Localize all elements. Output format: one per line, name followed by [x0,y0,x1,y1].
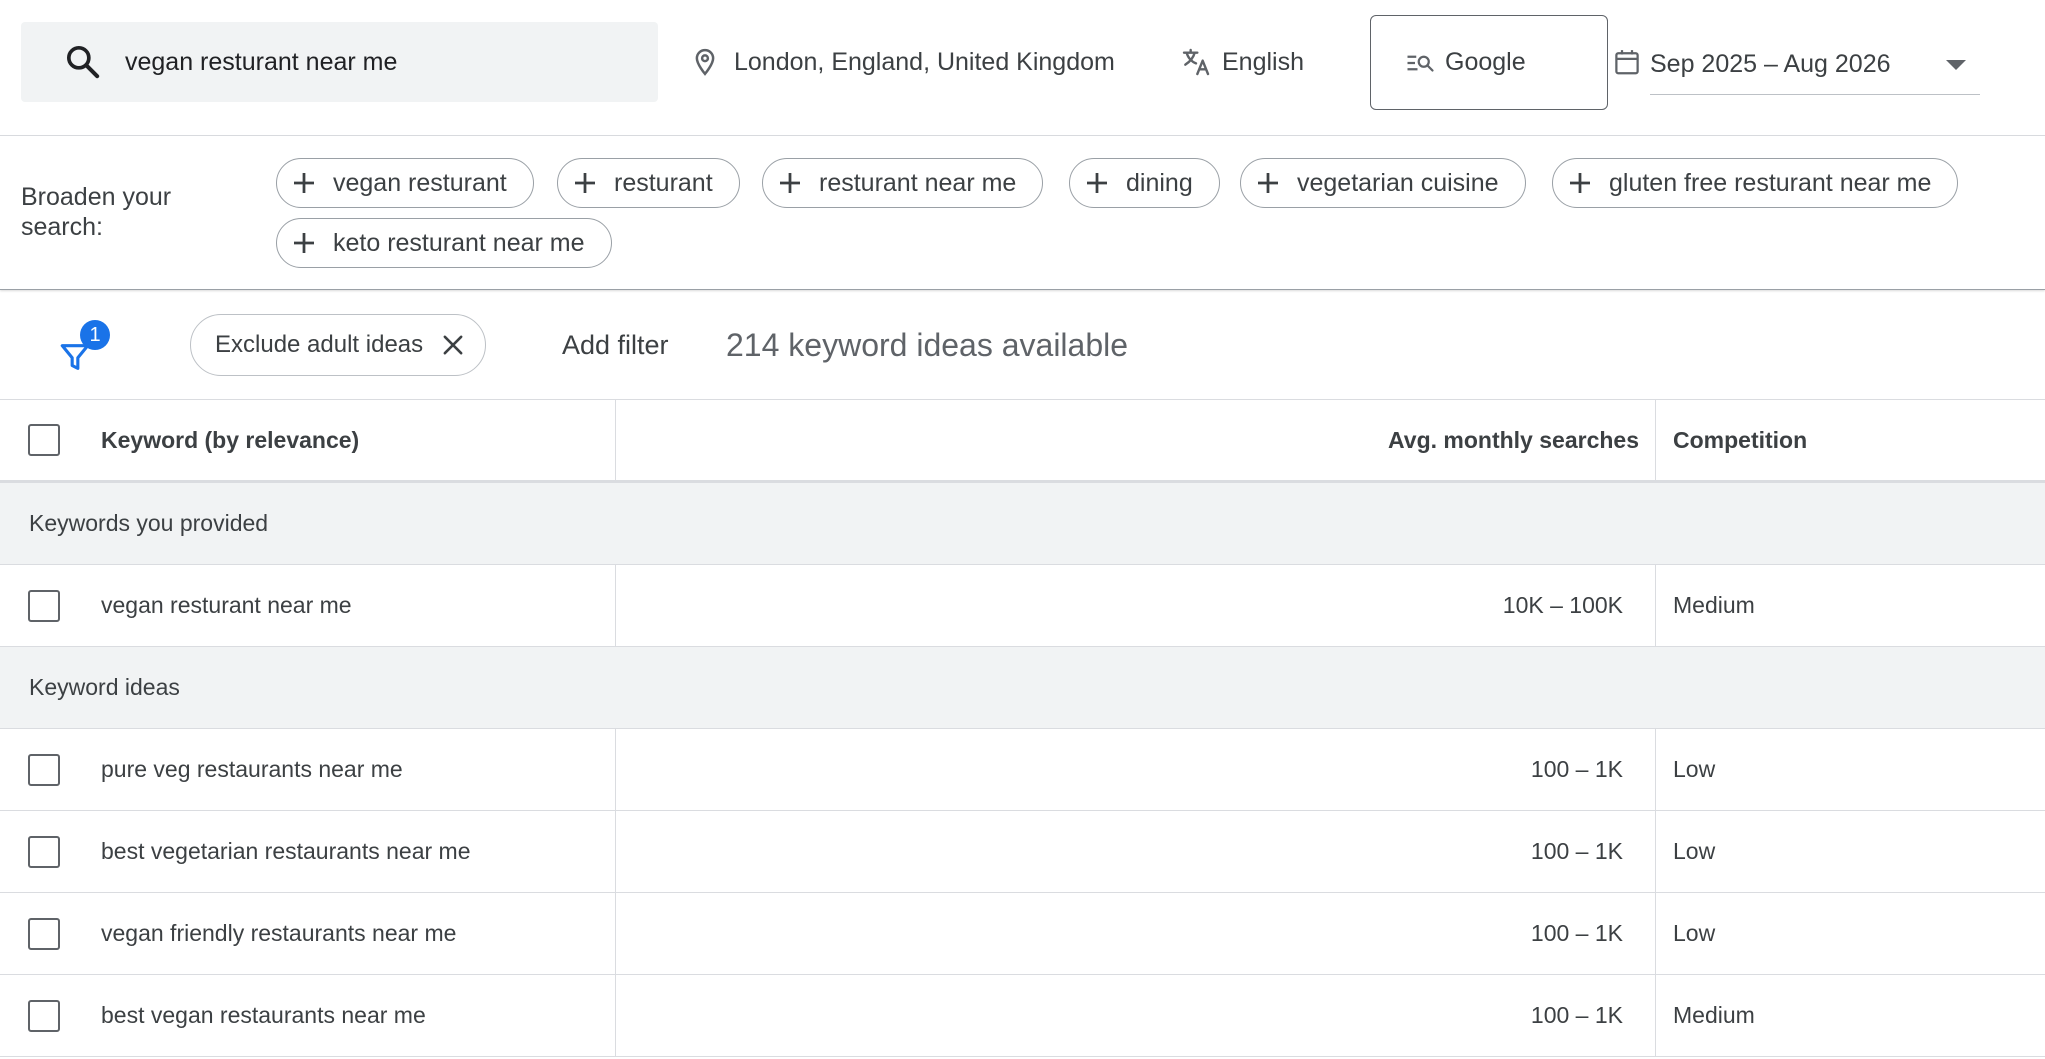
chip-label: keto resturant near me [333,228,585,257]
keyword-cell: vegan friendly restaurants near me [101,920,457,946]
broaden-chip[interactable]: dining [1069,158,1220,208]
row-checkbox[interactable] [28,589,60,622]
column-divider [615,975,616,1056]
broaden-search-panel: Broaden your search: vegan resturant res… [0,136,2045,290]
keyword-ideas-count: 214 keyword ideas available [726,326,1129,363]
chip-label: dining [1126,168,1193,197]
group-row-provided: Keywords you provided [0,483,2045,565]
translate-icon [1182,48,1210,76]
date-range-selector[interactable]: Sep 2025 – Aug 2026 [1608,22,1980,102]
searches-cell: 100 – 1K [1530,1002,1623,1028]
competition-cell: Low [1673,756,1716,782]
column-divider [1655,975,1656,1056]
competition-cell: Low [1673,838,1716,864]
searches-cell: 100 – 1K [1530,838,1623,864]
column-divider [615,400,616,480]
filter-button[interactable]: 1 [58,320,118,380]
row-checkbox[interactable] [28,835,60,868]
keyword-cell: best vegetarian restaurants near me [101,838,471,864]
chip-label: gluten free resturant near me [1609,168,1932,197]
table-header-row: Keyword (by relevance) Avg. monthly sear… [0,400,2045,483]
table-row[interactable]: best vegan restaurants near me 100 – 1K … [0,975,2045,1057]
location-selector[interactable]: London, England, United Kingdom [690,22,1115,102]
broaden-chip[interactable]: resturant [557,158,740,208]
close-icon[interactable] [439,331,467,359]
searches-column-header[interactable]: Avg. monthly searches [1388,427,1639,454]
filter-chip-label: Exclude adult ideas [215,331,424,358]
search-icon [67,46,100,79]
searches-cell: 100 – 1K [1530,756,1623,782]
broaden-label: Broaden your search: [21,183,172,241]
chip-label: vegan resturant [333,168,507,197]
competition-cell: Medium [1673,592,1755,618]
group-label: Keywords you provided [29,510,269,536]
group-label: Keyword ideas [29,674,180,700]
table-row[interactable]: best vegetarian restaurants near me 100 … [0,811,2045,893]
broaden-chip[interactable]: keto resturant near me [276,218,612,268]
keyword-search-input[interactable] [125,47,625,77]
keyword-column-header[interactable]: Keyword (by relevance) [101,427,359,454]
date-range-field[interactable]: Sep 2025 – Aug 2026 [1650,29,1980,95]
column-divider [1655,893,1656,974]
chip-label: resturant [614,168,713,197]
column-divider [615,811,616,892]
chip-label: resturant near me [819,168,1017,197]
dropdown-arrow-icon [1946,59,1966,70]
filter-count-badge: 1 [80,320,110,350]
broaden-chip[interactable]: vegan resturant [276,158,534,208]
filter-bar: 1 Exclude adult ideas Add filter 214 key… [0,290,2045,400]
language-label: English [1222,47,1304,76]
date-range-label: Sep 2025 – Aug 2026 [1650,50,1891,78]
table-row[interactable]: vegan resturant near me 10K – 100K Mediu… [0,565,2045,647]
chip-label: vegetarian cuisine [1297,168,1499,197]
row-checkbox[interactable] [28,753,60,786]
keyword-cell: pure veg restaurants near me [101,756,403,782]
broaden-chip[interactable]: resturant near me [762,158,1044,208]
language-selector[interactable]: English [1180,22,1304,102]
row-checkbox[interactable] [28,917,60,950]
plus-icon [780,173,800,193]
row-checkbox[interactable] [28,999,60,1032]
broaden-chip[interactable]: gluten free resturant near me [1552,158,1959,208]
column-divider [1655,565,1656,646]
exclude-adult-filter-chip[interactable]: Exclude adult ideas [190,314,487,376]
competition-column-header[interactable]: Competition [1673,427,1807,454]
column-divider [1655,729,1656,810]
searches-cell: 10K – 100K [1502,592,1623,618]
competition-cell: Low [1673,920,1716,946]
location-label: London, England, United Kingdom [734,47,1115,76]
plus-icon [294,173,314,193]
add-filter-button[interactable]: Add filter [562,314,669,376]
location-pin-icon [695,48,715,76]
column-divider [615,893,616,974]
keyword-table: Keyword (by relevance) Avg. monthly sear… [0,400,2045,1057]
search-network-label: Google [1445,48,1526,76]
column-divider [615,565,616,646]
select-all-checkbox[interactable] [28,424,60,456]
plus-icon [1087,173,1107,193]
group-row-ideas: Keyword ideas [0,647,2045,729]
broaden-chip[interactable]: vegetarian cuisine [1240,158,1526,208]
calendar-icon [1615,50,1639,75]
search-network-icon [1407,55,1434,72]
search-network-selector[interactable]: Google [1370,15,1608,110]
keyword-cell: vegan resturant near me [101,592,352,618]
table-row[interactable]: pure veg restaurants near me 100 – 1K Lo… [0,729,2045,811]
plus-icon [294,233,314,253]
plus-icon [1258,173,1278,193]
column-divider [1655,811,1656,892]
column-divider [615,729,616,810]
table-row[interactable]: vegan friendly restaurants near me 100 –… [0,893,2045,975]
plus-icon [575,173,595,193]
search-bar: London, England, United Kingdom English … [0,0,2045,136]
competition-cell: Medium [1673,1002,1755,1028]
column-divider [1655,400,1656,480]
plus-icon [1570,173,1590,193]
keyword-cell: best vegan restaurants near me [101,1002,426,1028]
searches-cell: 100 – 1K [1530,920,1623,946]
keyword-search-box[interactable] [21,22,658,102]
